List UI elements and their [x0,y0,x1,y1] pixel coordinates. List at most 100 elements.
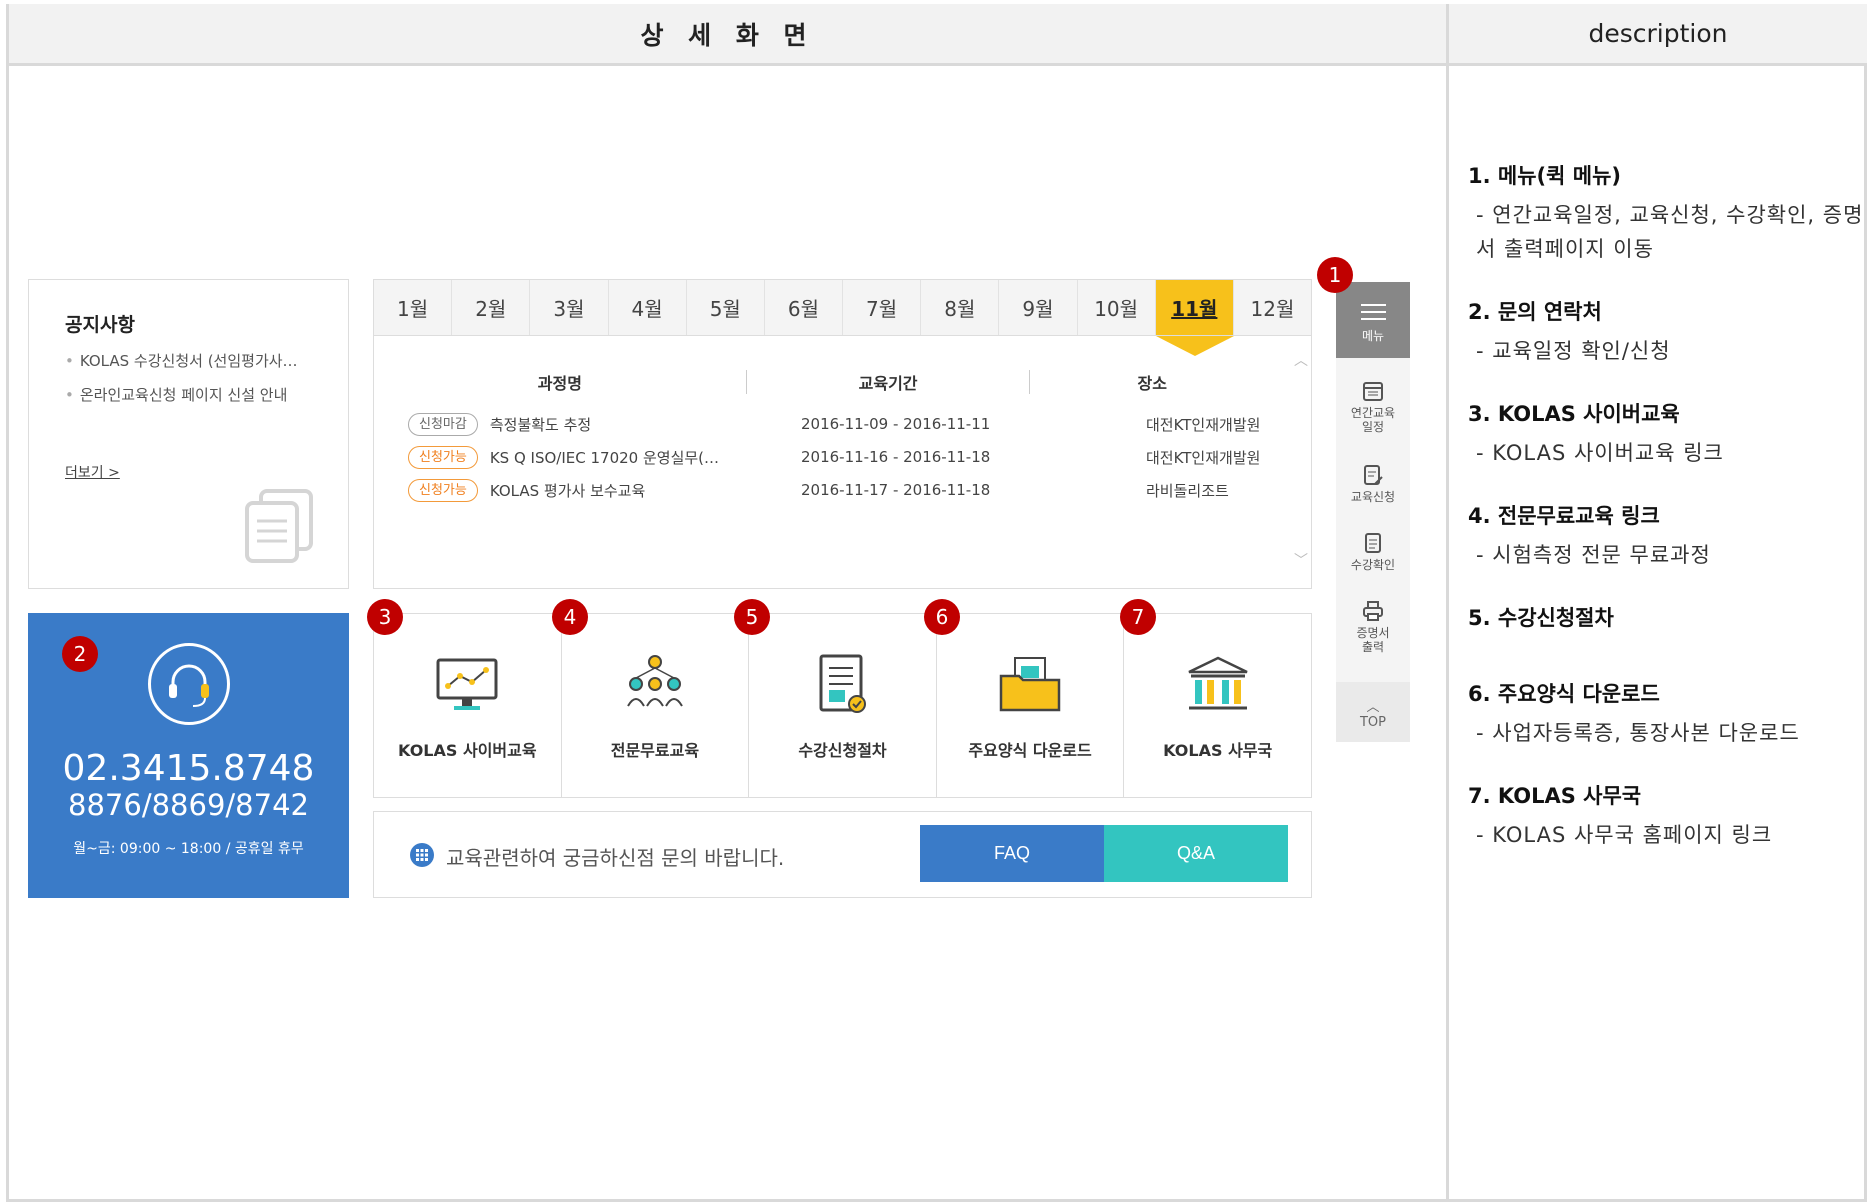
course-period: 2016-11-17 - 2016-11-18 [801,481,991,499]
course-name[interactable]: KOLAS 평가사 보수교육 [490,480,730,501]
notice-item[interactable]: • KOLAS 수강신청서 (선임평가사… [65,350,298,371]
scrollbar[interactable]: ︿ ﹀ [1291,340,1309,580]
quick-menu-toggle[interactable]: 메뉴 [1336,282,1410,358]
notice-item[interactable]: • 온라인교육신청 페이지 신설 안내 [65,384,298,405]
documents-icon [245,489,313,563]
shortcut-kolas-office[interactable]: KOLAS 사무국 [1124,614,1311,797]
calendar-icon [1363,382,1383,401]
description-item: 3. KOLAS 사이버교육 - KOLAS 사이버교육 링크 [1468,402,1724,465]
description-item: 4. 전문무료교육 링크 - 시험측정 전문 무료과정 [1468,504,1711,567]
quick-menu-schedule[interactable]: 연간교육 일정 [1336,380,1410,434]
shortcut-application-procedure[interactable]: 수강신청절차 [749,614,937,797]
shortcut-label[interactable]: KOLAS 사이버교육 [374,737,561,761]
grid-icon [410,843,434,867]
notice-title: 공지사항 [65,314,135,336]
course-period: 2016-11-16 - 2016-11-18 [801,448,991,466]
shortcut-label[interactable]: 전문무료교육 [562,737,749,761]
marker-badge: 2 [62,636,98,672]
contact-phone: 02.3415.8748 [62,748,315,789]
shortcut-free-education[interactable]: 전문무료교육 [562,614,750,797]
marker-badge: 3 [367,599,403,635]
notice-box: 공지사항 • KOLAS 수강신청서 (선임평가사… • 온라인교육신청 페이지 신… [28,279,349,589]
shortcut-cyber-education[interactable]: KOLAS 사이버교육 [374,614,562,797]
folder-icon [999,657,1061,712]
tab-month[interactable]: 6월 [765,280,844,335]
chevron-up-icon[interactable]: ︿ [1294,350,1308,370]
shortcut-label[interactable]: 수강신청절차 [749,737,936,761]
description-item: 6. 주요양식 다운로드 - 사업자등록증, 통장사본 다운로드 [1468,682,1800,745]
shortcut-label[interactable]: 주요양식 다운로드 [937,737,1124,761]
course-place: 라비돌리조트 [1146,481,1229,500]
status-badge: 신청가능 [408,445,478,469]
marker-badge: 6 [924,599,960,635]
quick-menu-confirm[interactable]: 수강확인 [1336,532,1410,572]
table-row[interactable]: 신청가능 KOLAS 평가사 보수교육 2016-11-17 - 2016-11… [408,477,1268,503]
shortcut-bar: KOLAS 사이버교육 전문무료교육 수강신청절차 주요양식 다운로드 KOLA… [373,613,1312,798]
description-item: 5. 수강신청절차 [1468,606,1614,630]
quick-menu-apply[interactable]: 교육신청 [1336,464,1410,504]
contact-extensions: 8876/8869/8742 [68,788,309,822]
column-header-place: 장소 [1029,370,1274,394]
shortcut-label[interactable]: KOLAS 사무국 [1124,737,1311,761]
marker-badge: 1 [1317,257,1353,293]
table-row[interactable]: 신청마감 측정불확도 추정 2016-11-09 - 2016-11-11 대전… [408,411,1268,437]
course-place: 대전KT인재개발원 [1146,448,1261,467]
description-panel: 1. 메뉴(퀵 메뉴) - 연간교육일정, 교육신청, 수강확인, 증명서 출력… [1468,160,1868,882]
column-header-course: 과정명 [537,374,582,393]
chevron-down-icon[interactable]: ﹀ [1294,550,1308,570]
marker-badge: 7 [1120,599,1156,635]
faq-button[interactable]: FAQ [920,825,1104,882]
inquiry-text: 교육관련하여 궁금하신점 문의 바랍니다. [446,846,785,870]
chevron-up-icon: ︿ [1366,700,1380,715]
scroll-to-top-button[interactable]: ︿ TOP [1336,682,1410,742]
tab-month[interactable]: 8월 [921,280,1000,335]
tab-month[interactable]: 10월 [1078,280,1156,335]
column-divider [1446,4,1449,1202]
notice-list: • KOLAS 수강신청서 (선임평가사… • 온라인교육신청 페이지 신설 안내 [65,350,298,418]
monitor-chart-icon [436,658,498,710]
tab-month[interactable]: 3월 [530,280,609,335]
inquiry-bar: 교육관련하여 궁금하신점 문의 바랍니다. FAQ Q&A [373,811,1312,898]
quick-menu-label: 메뉴 [1361,329,1385,343]
edit-document-icon [1364,465,1383,485]
printer-icon [1363,601,1383,621]
tab-month[interactable]: 1월 [374,280,453,335]
course-place: 대전KT인재개발원 [1146,415,1261,434]
month-tabs: 1월 2월 3월 4월 5월 6월 7월 8월 9월 10월 11월 12월 [374,280,1311,356]
status-badge: 신청가능 [408,478,478,502]
contact-hours: 월~금: 09:00 ~ 18:00 / 공휴일 휴무 [73,841,304,857]
marker-badge: 4 [552,599,588,635]
education-calendar: 1월 2월 3월 4월 5월 6월 7월 8월 9월 10월 11월 12월 과… [373,279,1312,589]
description-item: 1. 메뉴(퀵 메뉴) - 연간교육일정, 교육신청, 수강확인, 증명서 출력… [1468,164,1864,261]
description-item: 2. 문의 연락처 - 교육일정 확인/신청 [1468,300,1671,363]
hamburger-icon [1361,304,1386,325]
tab-month[interactable]: 9월 [999,280,1078,335]
column-header-period: 교육기간 [745,370,1030,394]
description-item: 7. KOLAS 사무국 - KOLAS 사무국 홈페이지 링크 [1468,784,1773,847]
document-icon [1365,533,1381,553]
tab-month[interactable]: 7월 [843,280,922,335]
tab-month-active[interactable]: 11월 [1155,280,1234,356]
screen-header-title: 상 세 화 면 [9,4,1446,66]
course-name[interactable]: 측정불확도 추정 [490,414,730,435]
tab-month[interactable]: 2월 [452,280,531,335]
table-header: 과정명 교육기간 장소 [374,370,1274,394]
tab-month[interactable]: 4월 [609,280,687,335]
course-name[interactable]: KS Q ISO/IEC 17020 운영실무(… [490,447,730,468]
course-period: 2016-11-09 - 2016-11-11 [801,415,991,433]
status-badge: 신청마감 [408,412,478,436]
tab-month[interactable]: 5월 [687,280,765,335]
building-icon [1188,656,1248,710]
description-header-title: description [1449,4,1867,66]
table-row[interactable]: 신청가능 KS Q ISO/IEC 17020 운영실무(… 2016-11-1… [408,444,1268,470]
qa-button[interactable]: Q&A [1104,825,1288,882]
headset-icon [148,643,230,725]
quick-menu: 메뉴 연간교육 일정 교육신청 수강확인 증명서 출력 ︿ TOP [1336,282,1410,742]
document-check-icon [819,654,867,713]
marker-badge: 5 [734,599,770,635]
people-network-icon [627,655,683,707]
shortcut-form-download[interactable]: 주요양식 다운로드 [937,614,1125,797]
notice-more-link[interactable]: 더보기 > [65,462,120,482]
tab-month[interactable]: 12월 [1234,280,1311,335]
quick-menu-certificate[interactable]: 증명서 출력 [1336,600,1410,654]
